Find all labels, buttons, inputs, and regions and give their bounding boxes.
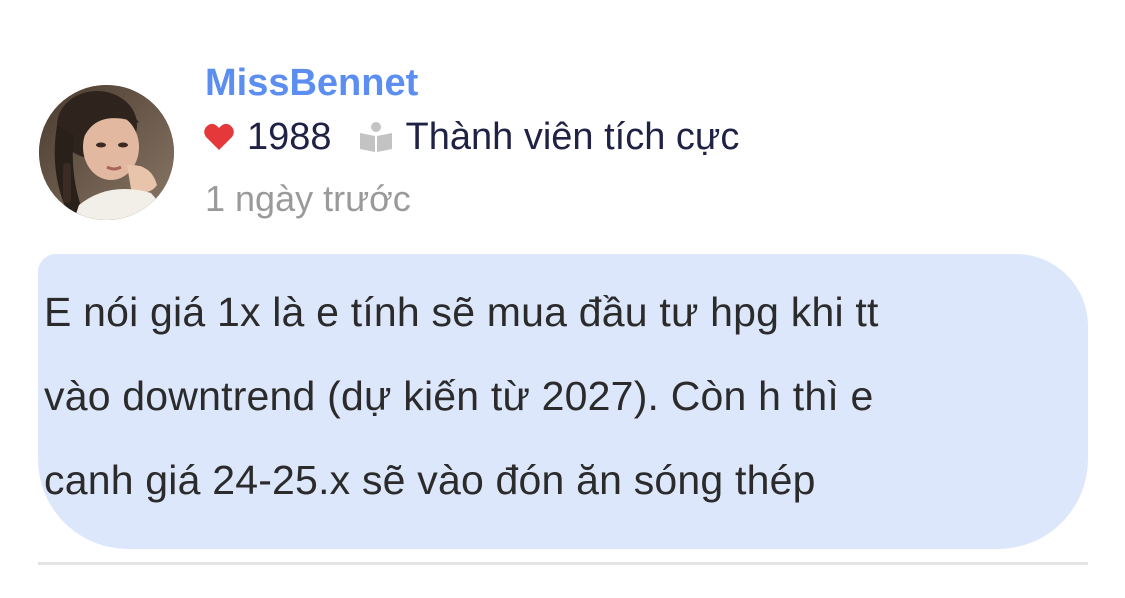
username[interactable]: MissBennet — [205, 61, 418, 105]
divider — [38, 562, 1088, 565]
avatar[interactable] — [39, 85, 174, 220]
author-meta: 1988 Thành viên tích cực — [203, 114, 739, 160]
message-text: E nói giá 1x là e tính sẽ mua đầu tư hpg… — [44, 289, 879, 503]
comment-post: MissBennet 1988 Thành viên tích cực 1 ng… — [0, 0, 1125, 598]
member-rank: Thành viên tích cực — [405, 116, 740, 158]
avatar-image — [39, 85, 174, 220]
message-bubble: E nói giá 1x là e tính sẽ mua đầu tư hpg… — [38, 254, 1088, 549]
timestamp: 1 ngày trước — [205, 178, 411, 219]
book-icon — [359, 122, 392, 152]
heart-icon — [204, 123, 234, 150]
likes-count: 1988 — [247, 116, 332, 158]
